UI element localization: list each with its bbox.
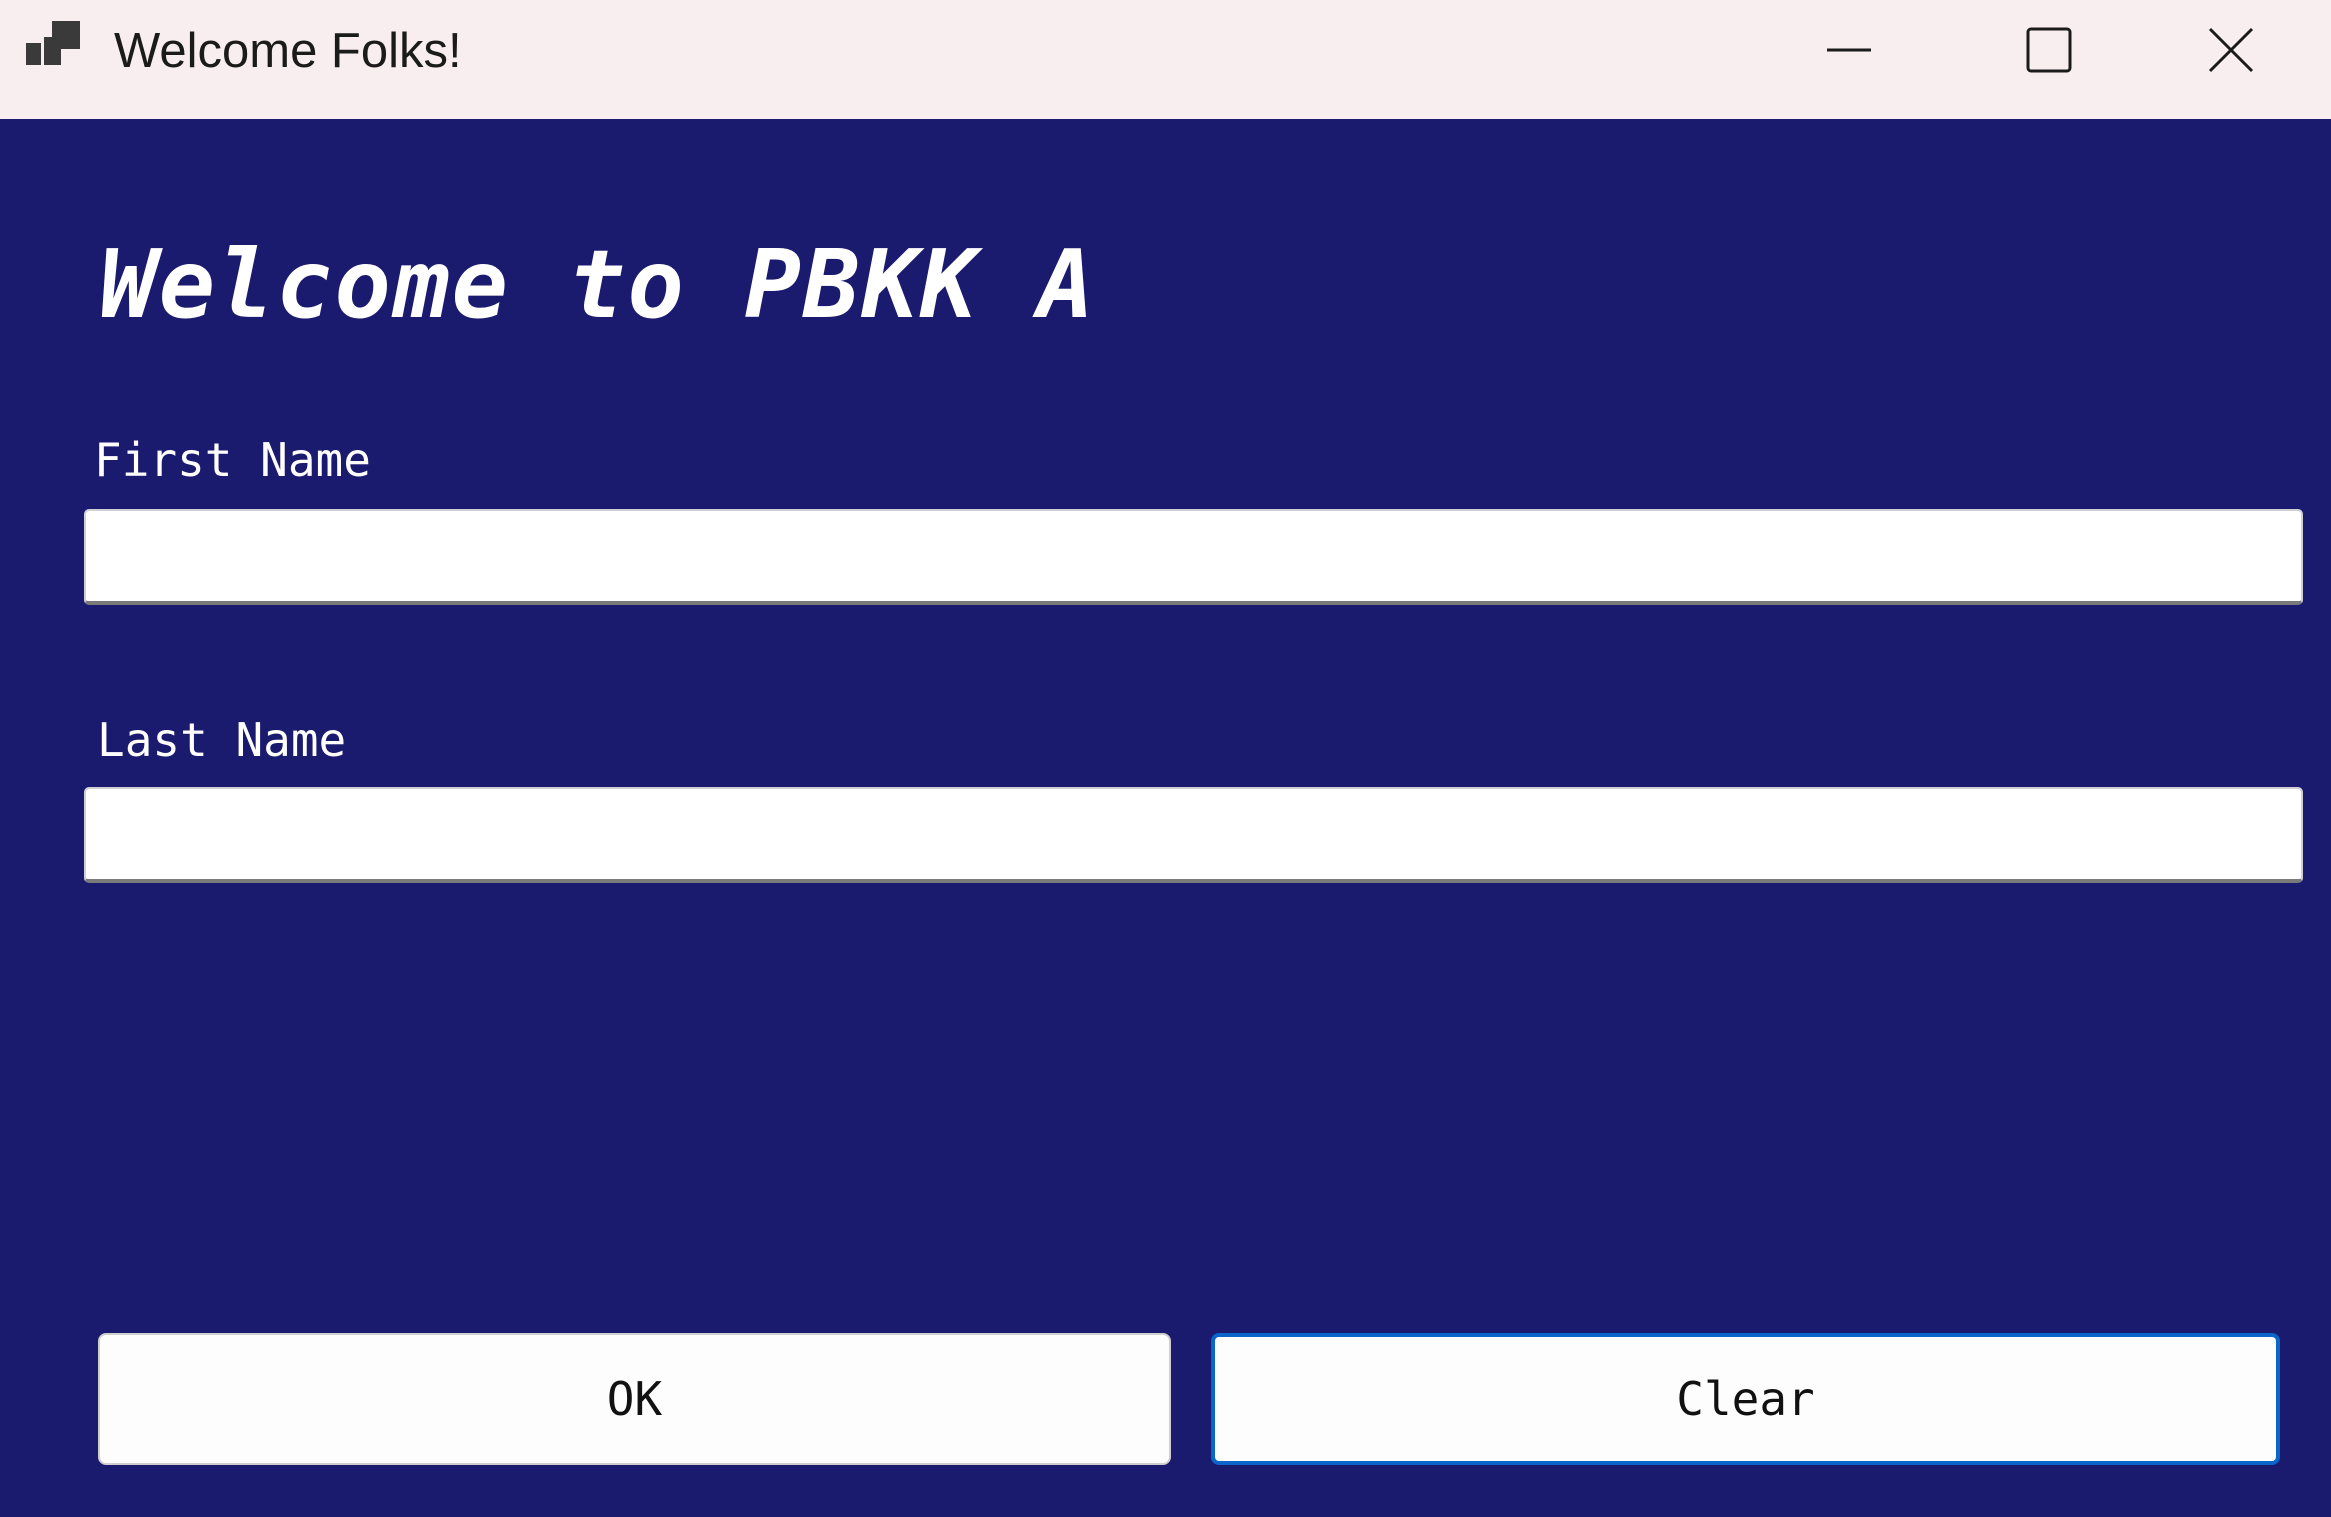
minimize-button[interactable] — [1749, 0, 1949, 100]
clear-button[interactable]: Clear — [1211, 1333, 2280, 1465]
window-title: Welcome Folks! — [114, 24, 462, 78]
maximize-button[interactable] — [1949, 0, 2149, 100]
last-name-field[interactable] — [84, 787, 2303, 883]
window-title-bar[interactable]: Welcome Folks! — [0, 0, 2331, 119]
ok-button[interactable]: OK — [98, 1333, 1171, 1465]
maximize-icon — [2026, 27, 2072, 73]
first-name-field[interactable] — [84, 509, 2303, 605]
last-name-label: Last Name — [97, 713, 347, 767]
close-icon — [2208, 27, 2254, 73]
app-window-icon — [26, 21, 80, 75]
minimize-icon — [1827, 48, 1871, 52]
page-title: Welcome to PBKK A — [100, 231, 1097, 340]
first-name-label: First Name — [94, 433, 371, 487]
close-button[interactable] — [2131, 0, 2331, 100]
